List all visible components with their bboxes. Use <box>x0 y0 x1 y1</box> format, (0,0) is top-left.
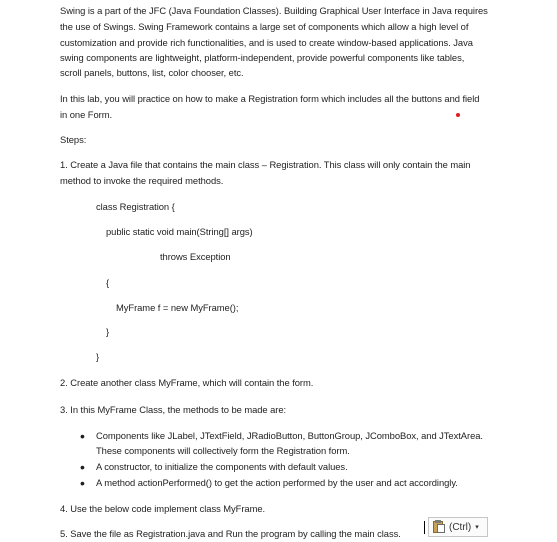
bullet-1-line-1: Components like JLabel, JTextField, JRad… <box>96 430 483 441</box>
code-method-declaration: public static void main(String[] args) <box>106 226 253 237</box>
code-open-brace: { <box>106 277 110 288</box>
intro-line-1: Swing is a part of the JFC (Java Foundat… <box>60 5 488 16</box>
step1-line-1: 1. Create a Java file that contains the … <box>60 159 471 170</box>
chevron-down-icon: ▾ <box>475 524 479 531</box>
intro-line-5: scroll panels, buttons, list, color choo… <box>60 67 244 78</box>
code-close-outer-brace: } <box>96 351 100 362</box>
bullet-glyph-3: • <box>80 475 85 491</box>
lab-line-1: In this lab, you will practice on how to… <box>60 93 480 104</box>
red-dot-marker <box>456 113 460 117</box>
paste-options-label: (Ctrl) <box>449 521 472 533</box>
code-throws-clause: throws Exception <box>160 251 231 262</box>
code-statement: MyFrame f = new MyFrame(); <box>116 302 239 313</box>
text-cursor <box>424 521 425 534</box>
paste-options-button[interactable]: (Ctrl) ▾ <box>428 517 488 537</box>
bullet-1-line-2: These components will collectively form … <box>96 445 350 456</box>
bullet-2-text: A constructor, to initialize the compone… <box>96 461 348 472</box>
code-close-inner-brace: } <box>106 326 110 337</box>
code-class-declaration: class Registration { <box>96 201 175 212</box>
bullet-glyph-1: • <box>80 428 85 444</box>
intro-line-4: swing components are lightweight, platfo… <box>60 52 465 63</box>
clipboard-icon <box>433 520 446 534</box>
step5-text: 5. Save the file as Registration.java an… <box>60 528 401 539</box>
steps-heading: Steps: <box>60 134 87 145</box>
intro-line-2: the use of Swings. Swing Framework conta… <box>60 21 469 32</box>
bullet-glyph-2: • <box>80 459 85 475</box>
step3-text: 3. In this MyFrame Class, the methods to… <box>60 404 287 415</box>
bullet-3-text: A method actionPerformed() to get the ac… <box>96 477 458 488</box>
document-page: Swing is a part of the JFC (Java Foundat… <box>0 0 557 542</box>
step2-text: 2. Create another class MyFrame, which w… <box>60 377 314 388</box>
intro-line-3: customization and provide rich functiona… <box>60 37 473 48</box>
step1-line-2: method to invoke the required methods. <box>60 175 224 186</box>
step4-text: 4. Use the below code implement class My… <box>60 503 266 514</box>
